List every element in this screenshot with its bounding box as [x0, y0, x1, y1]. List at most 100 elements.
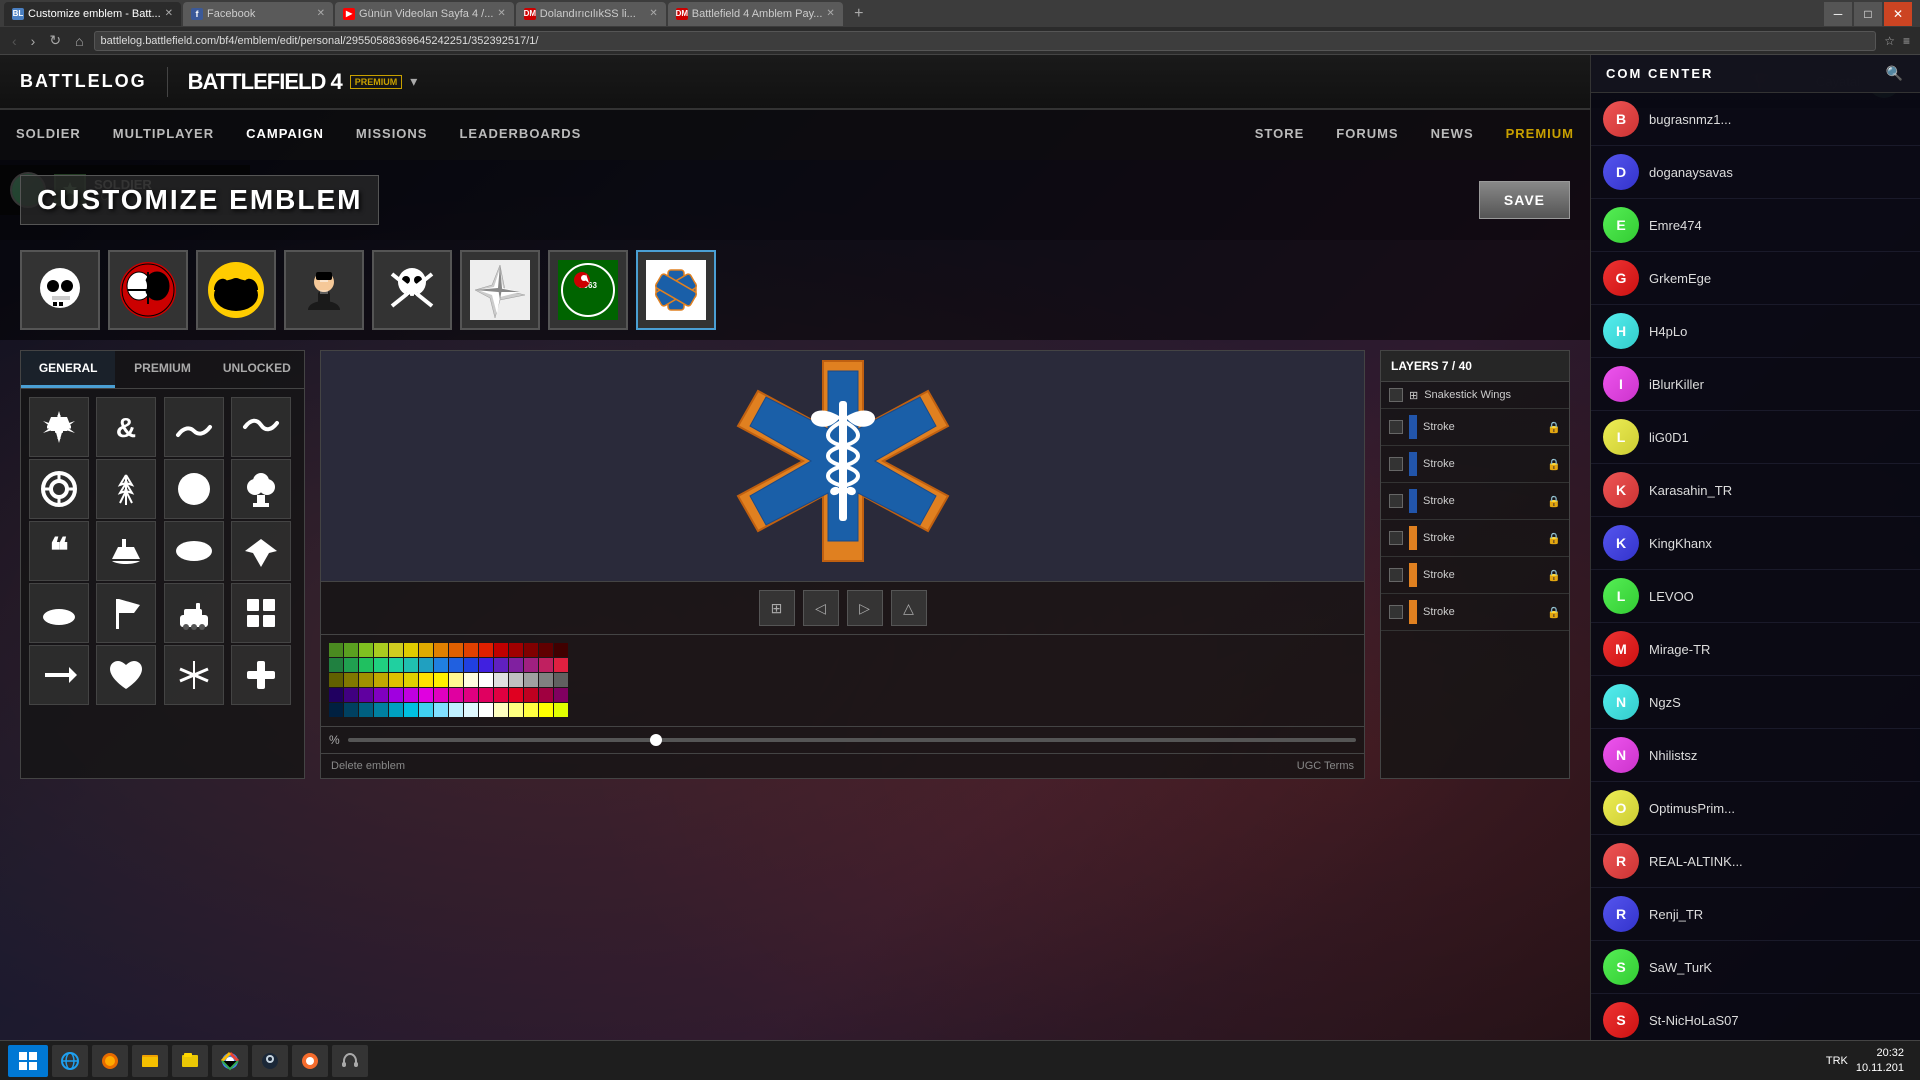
com-user-14[interactable]: RREAL-ALTINK... — [1591, 835, 1920, 888]
taskbar-origin[interactable] — [292, 1045, 328, 1077]
color-swatch-0-13[interactable] — [524, 643, 538, 657]
color-swatch-3-13[interactable] — [524, 688, 538, 702]
color-swatch-1-3[interactable] — [374, 658, 388, 672]
color-swatch-1-10[interactable] — [479, 658, 493, 672]
tab-close-4[interactable]: ✕ — [649, 8, 657, 19]
emblem-preset-skull[interactable] — [20, 250, 100, 330]
layer-item-5[interactable]: Stroke🔒 — [1381, 557, 1569, 594]
com-search-icon[interactable]: 🔍 — [1886, 65, 1905, 82]
com-user-8[interactable]: KKingKhanx — [1591, 517, 1920, 570]
com-user-1[interactable]: Ddoganaysavas — [1591, 146, 1920, 199]
color-swatch-3-8[interactable] — [449, 688, 463, 702]
layer-item-2[interactable]: Stroke🔒 — [1381, 446, 1569, 483]
layer-item-0[interactable]: ⊞Snakestick Wings — [1381, 382, 1569, 409]
color-swatch-4-12[interactable] — [509, 703, 523, 717]
icon-cell-ampersand[interactable]: & — [96, 397, 156, 457]
color-swatch-0-9[interactable] — [464, 643, 478, 657]
com-user-6[interactable]: LliG0D1 — [1591, 411, 1920, 464]
color-swatch-3-11[interactable] — [494, 688, 508, 702]
url-input[interactable] — [94, 31, 1877, 51]
tab-4[interactable]: DM DolandırıcılıkSS li... ✕ — [516, 2, 666, 26]
icon-cell-wave2[interactable] — [231, 397, 291, 457]
color-swatch-0-10[interactable] — [479, 643, 493, 657]
icon-cell-wave1[interactable] — [164, 397, 224, 457]
color-swatch-2-7[interactable] — [434, 673, 448, 687]
color-swatch-1-7[interactable] — [434, 658, 448, 672]
color-swatch-1-9[interactable] — [464, 658, 478, 672]
settings-icon[interactable]: ≡ — [1901, 32, 1912, 50]
nav-item-forums[interactable]: FORUMS — [1320, 110, 1414, 160]
icon-cell-tank[interactable] — [164, 583, 224, 643]
color-swatch-2-6[interactable] — [419, 673, 433, 687]
minimize-button[interactable]: ─ — [1824, 2, 1852, 26]
color-swatch-1-1[interactable] — [344, 658, 358, 672]
start-button[interactable] — [8, 1045, 48, 1077]
icon-cell-plus[interactable] — [231, 645, 291, 705]
new-tab-button[interactable]: + — [845, 5, 873, 23]
icon-cell-feather[interactable] — [96, 459, 156, 519]
nav-item-multiplayer[interactable]: MULTIPLAYER — [97, 110, 230, 160]
color-swatch-1-5[interactable] — [404, 658, 418, 672]
com-user-16[interactable]: SSaW_TurK — [1591, 941, 1920, 994]
taskbar-chrome[interactable] — [212, 1045, 248, 1077]
color-swatch-1-6[interactable] — [419, 658, 433, 672]
color-swatch-2-4[interactable] — [389, 673, 403, 687]
color-swatch-2-9[interactable] — [464, 673, 478, 687]
icon-cell-ship[interactable] — [96, 521, 156, 581]
com-user-9[interactable]: LLEVOO — [1591, 570, 1920, 623]
tab-unlocked[interactable]: UNLOCKED — [210, 351, 304, 388]
color-swatch-2-3[interactable] — [374, 673, 388, 687]
forward-button[interactable]: › — [27, 31, 40, 51]
color-swatch-1-13[interactable] — [524, 658, 538, 672]
color-swatch-3-9[interactable] — [464, 688, 478, 702]
color-swatch-3-14[interactable] — [539, 688, 553, 702]
tab-premium[interactable]: PREMIUM — [115, 351, 209, 388]
color-swatch-3-15[interactable] — [554, 688, 568, 702]
color-swatch-0-1[interactable] — [344, 643, 358, 657]
emblem-preset-medical[interactable] — [636, 250, 716, 330]
icon-cell-clubs[interactable] — [231, 459, 291, 519]
layer-checkbox-5[interactable] — [1389, 568, 1403, 582]
delete-emblem-link[interactable]: Delete emblem — [331, 760, 405, 772]
nav-item-soldier[interactable]: SOLDIER — [0, 110, 97, 160]
color-swatch-0-15[interactable] — [554, 643, 568, 657]
color-swatch-0-11[interactable] — [494, 643, 508, 657]
layer-item-1[interactable]: Stroke🔒 — [1381, 409, 1569, 446]
color-swatch-0-12[interactable] — [509, 643, 523, 657]
com-user-15[interactable]: RRenji_TR — [1591, 888, 1920, 941]
star-button[interactable]: ☆ — [1882, 32, 1897, 50]
layer-checkbox-2[interactable] — [1389, 457, 1403, 471]
taskbar-firefox[interactable] — [92, 1045, 128, 1077]
opacity-thumb[interactable] — [650, 734, 662, 746]
color-swatch-1-4[interactable] — [389, 658, 403, 672]
color-swatch-4-15[interactable] — [554, 703, 568, 717]
tab-close-5[interactable]: ✕ — [826, 8, 834, 19]
color-swatch-2-5[interactable] — [404, 673, 418, 687]
color-swatch-3-3[interactable] — [374, 688, 388, 702]
color-swatch-1-8[interactable] — [449, 658, 463, 672]
color-swatch-3-0[interactable] — [329, 688, 343, 702]
opacity-slider[interactable] — [348, 738, 1356, 742]
color-swatch-1-0[interactable] — [329, 658, 343, 672]
color-swatch-4-4[interactable] — [389, 703, 403, 717]
color-swatch-0-6[interactable] — [419, 643, 433, 657]
tool-select[interactable]: ⊞ — [759, 590, 795, 626]
emblem-preset-hitman[interactable] — [284, 250, 364, 330]
color-swatch-4-7[interactable] — [434, 703, 448, 717]
tab-general[interactable]: GENERAL — [21, 351, 115, 388]
icon-cell-heart[interactable] — [96, 645, 156, 705]
com-user-3[interactable]: GGrkemEge — [1591, 252, 1920, 305]
color-swatch-0-14[interactable] — [539, 643, 553, 657]
nav-item-news[interactable]: NEWS — [1415, 110, 1490, 160]
color-swatch-4-10[interactable] — [479, 703, 493, 717]
color-swatch-4-1[interactable] — [344, 703, 358, 717]
emblem-preset-deadpool[interactable] — [108, 250, 188, 330]
nav-item-premium[interactable]: PREMIUM — [1490, 110, 1590, 160]
layer-checkbox-1[interactable] — [1389, 420, 1403, 434]
tab-2[interactable]: f Facebook ✕ — [183, 2, 333, 26]
layer-item-3[interactable]: Stroke🔒 — [1381, 483, 1569, 520]
color-swatch-2-12[interactable] — [509, 673, 523, 687]
tool-flip-h[interactable]: ◁ — [803, 590, 839, 626]
tab-close-1[interactable]: ✕ — [165, 8, 173, 19]
color-swatch-0-5[interactable] — [404, 643, 418, 657]
